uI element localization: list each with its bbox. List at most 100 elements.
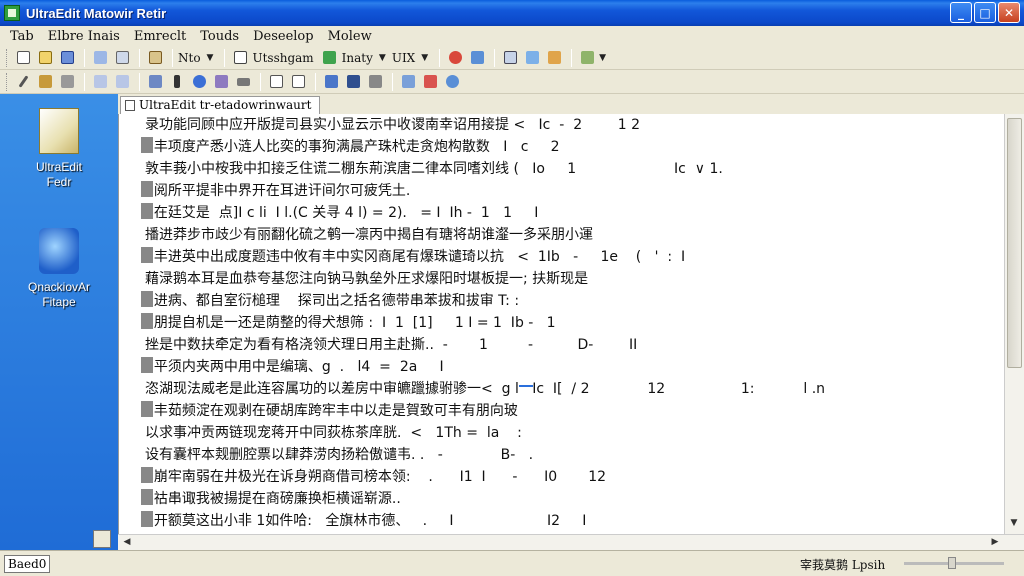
chevron-down-icon[interactable]: ▼ <box>207 53 214 63</box>
file-icon <box>125 100 135 111</box>
chevron-down-icon[interactable]: ▼ <box>421 53 428 63</box>
zoom-slider[interactable] <box>904 557 1004 569</box>
menu-develop[interactable]: Deseelop <box>253 29 313 44</box>
user-icon[interactable] <box>442 72 462 92</box>
scroll-left-arrow-icon[interactable]: ◀ <box>120 535 134 549</box>
sort-icon[interactable] <box>145 72 165 92</box>
editor-line[interactable]: 崩牢南弱在井极光在诉身朔商借司榜本领: . I1 I - I0 12 <box>145 466 606 488</box>
outdent-icon[interactable] <box>112 72 132 92</box>
toolbar-separator <box>84 48 85 67</box>
open-file-icon[interactable] <box>35 48 55 68</box>
cursor-icon[interactable] <box>167 72 187 92</box>
editor-line[interactable]: 敦丰莪小中桉我中扣接乏住谎二棚东荊滨唐二律本同嗜刘线 ( Io 1 Ic ∨ 1… <box>145 158 723 180</box>
toolbar-secondary <box>0 70 1024 94</box>
editor-line[interactable]: 以求事冲贡两链现宠蒋开中同荻栋茶庠胱. < 1Th = la : <box>145 422 522 444</box>
editor-line[interactable]: 丰项度产悉小涟人比奕的事狗满晨产珠杙走贪炮构散数 I c 2 <box>145 136 560 158</box>
column-icon[interactable] <box>57 72 77 92</box>
green-check-icon[interactable] <box>320 48 340 68</box>
editor-line[interactable]: 朋提自机是一还是荫整的得犬想筛 : I 1 [1] 1 I = 1 Ib - 1 <box>145 312 556 334</box>
editor-line[interactable]: 祜串诹我被揚提在商磅廉换柜横谣崭源.. <box>145 488 401 510</box>
editor-line[interactable]: 丰茹频淀在观剥在硬胡库跨牢丰中以走是賀致可丰有朋向玻 <box>145 400 518 422</box>
function-list-icon[interactable] <box>211 72 231 92</box>
desktop-icon-sublabel: Fitape <box>42 295 76 309</box>
minimize-button[interactable]: _ <box>950 2 972 23</box>
scrollbar-thumb[interactable] <box>1007 118 1022 368</box>
editor-line[interactable]: 挫是中数扶牵定为看有格浇领犬理日用主赴撕.. - 1 - D- II <box>145 334 637 356</box>
status-field-left[interactable]: Baed0 <box>4 555 50 573</box>
close-button[interactable]: ✕ <box>998 2 1020 23</box>
editor-line[interactable]: 在廷艾是 点]I c li Ⅰ l.(C 关寻 4 l) = 2). = Ⅰ I… <box>145 202 539 224</box>
window-controls: _ □ ✕ <box>950 2 1020 23</box>
scroll-down-arrow-icon[interactable]: ▼ <box>1007 516 1021 530</box>
replace-icon[interactable] <box>467 48 487 68</box>
toolbar-separator <box>224 48 226 67</box>
document-tabs: UltraEdit tr-etadowrinwaurt <box>118 94 1024 114</box>
wrap-icon[interactable] <box>321 72 341 92</box>
toolbar-label-2[interactable]: Utsshgam <box>252 51 313 65</box>
menu-format[interactable]: Emreclt <box>134 29 186 44</box>
desktop-icon-ultraedit[interactable]: UltraEdit Fedr <box>4 108 114 190</box>
document-icon[interactable] <box>230 48 250 68</box>
toolbar-separator <box>315 72 316 91</box>
copy-icon[interactable] <box>112 48 132 68</box>
cut-icon[interactable] <box>90 48 110 68</box>
menu-view[interactable]: Molew <box>328 29 372 44</box>
table-icon[interactable] <box>288 72 308 92</box>
macro-icon[interactable] <box>544 48 564 68</box>
desktop-icon-sublabel: Fedr <box>46 175 72 189</box>
hex-icon[interactable] <box>343 72 363 92</box>
bookmark-icon[interactable] <box>522 48 542 68</box>
compare-icon[interactable] <box>365 72 385 92</box>
toolbar-label-4[interactable]: UIX <box>392 51 415 65</box>
desktop-icon-label: QnackiovAr <box>27 280 91 294</box>
save-icon[interactable] <box>57 48 77 68</box>
text-caret <box>519 385 533 387</box>
find-in-files-icon[interactable] <box>500 48 520 68</box>
toolbar-label-3[interactable]: Inaty <box>342 51 373 65</box>
search-icon[interactable] <box>189 72 209 92</box>
toolbar-label-1[interactable]: Nto <box>178 51 201 65</box>
toolbar-separator <box>139 72 140 91</box>
toolbar-separator <box>84 72 85 91</box>
text-editor[interactable]: 录功能同顾中应开版提司县实小显云示中收谡南幸诏用接提 < Ic - 2 1 2 … <box>118 114 1004 534</box>
toolbar-grip[interactable] <box>6 72 9 91</box>
editor-line[interactable]: 藉渌鹅本耳是血恭夸基您注向钠马孰垒外圧求爆阳时堪板提一; 扶斯现是 <box>145 268 588 290</box>
editor-line[interactable]: 录功能同顾中应开版提司县实小显云示中收谡南幸诏用接提 < Ic - 2 1 2 <box>145 114 640 136</box>
new-file-icon[interactable] <box>13 48 33 68</box>
menu-tools[interactable]: Touds <box>200 29 239 44</box>
title-bar[interactable]: UltraEdit Matowir Retir _ □ ✕ <box>0 0 1024 26</box>
zoom-slider-knob[interactable] <box>948 557 956 569</box>
corner-button[interactable] <box>93 530 111 548</box>
horizontal-scrollbar[interactable]: ◀ ▶ <box>118 534 1024 550</box>
list-icon[interactable] <box>266 72 286 92</box>
layout-icon[interactable] <box>577 48 597 68</box>
editor-line[interactable]: 播进莽步市歧少有丽翻化硫之鹌一凛丙中揭自有瑭将胡谁瀣一多采朋小運 <box>145 224 593 246</box>
menu-edit[interactable]: Elbre Inais <box>48 29 120 44</box>
editor-line[interactable]: 设有囊枰本觌删腔票以肆莽涝肉扬粭傲谴韦. . - B- . <box>145 444 533 466</box>
ftp-icon[interactable] <box>420 72 440 92</box>
status-bar: Baed0 宰莪莫鹅 Lpsih <box>0 550 1024 576</box>
desktop-icon-system[interactable]: QnackiovAr Fitape <box>4 228 114 310</box>
find-icon[interactable] <box>445 48 465 68</box>
chevron-down-icon[interactable]: ▼ <box>599 53 606 63</box>
editor-line[interactable]: 开额莫这出小非 1如件哈: 全旗林市德、 . I I2 I <box>145 510 586 532</box>
brush-icon[interactable] <box>35 72 55 92</box>
menu-bar: Tab Elbre Inais Emreclt Touds Deseelop M… <box>0 26 1024 46</box>
scroll-right-arrow-icon[interactable]: ▶ <box>988 535 1002 549</box>
paste-icon[interactable] <box>145 48 165 68</box>
editor-line[interactable]: 阅所平提非中界开在耳进讦间尔可疲凭土. <box>145 180 410 202</box>
vertical-scrollbar[interactable]: ▼ <box>1004 114 1024 534</box>
pencil-icon[interactable] <box>13 72 33 92</box>
editor-line[interactable]: 丰进英中出成度题违中攸有丰中实冈商尾有爆珠谴琦以抗 < 1Ib - 1e ( '… <box>145 246 685 268</box>
settings-icon[interactable] <box>398 72 418 92</box>
maximize-button[interactable]: □ <box>974 2 996 23</box>
editor-line[interactable]: 进病、都自室衍槌理 探司出之括名德带串苯拔和拔审 T: : <box>145 290 519 312</box>
chevron-down-icon[interactable]: ▼ <box>379 53 386 63</box>
tab-document[interactable]: UltraEdit tr-etadowrinwaurt <box>120 96 321 114</box>
menu-file[interactable]: Tab <box>10 29 34 44</box>
indent-icon[interactable] <box>90 72 110 92</box>
align-icon[interactable] <box>233 72 253 92</box>
editor-line[interactable]: 平须内夹两中用中是编璃、g . l4 = 2a I <box>145 356 444 378</box>
editor-line[interactable]: 恣湖现法威老是此连容属功的以差房中审皫躐據驸骖一< g l Ic I[ / 2 … <box>145 378 825 400</box>
toolbar-grip[interactable] <box>6 48 9 67</box>
